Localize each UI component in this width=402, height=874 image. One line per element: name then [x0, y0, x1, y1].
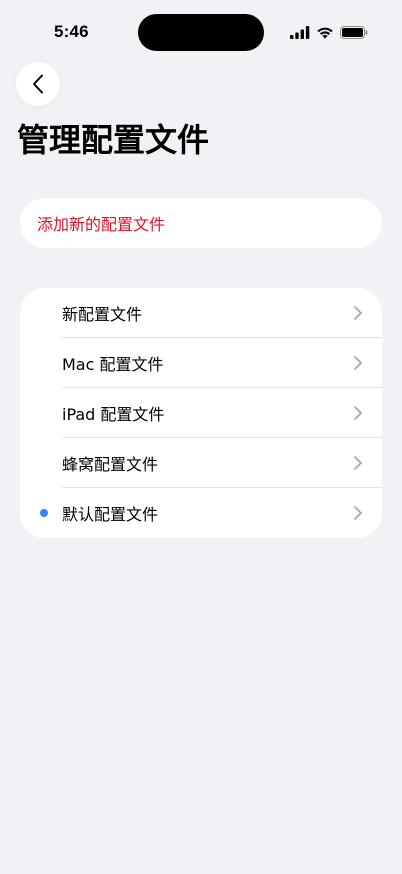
- dynamic-island: [138, 14, 264, 51]
- profile-item-label: 新配置文件: [62, 305, 143, 324]
- profile-item-label: 蜂窝配置文件: [62, 455, 159, 474]
- status-bar: 5:46: [0, 0, 402, 60]
- active-indicator-slot: [20, 388, 62, 438]
- chevron-right-icon: [354, 456, 362, 470]
- profile-item-default[interactable]: 默认配置文件: [20, 488, 382, 538]
- profile-item-mac[interactable]: Mac 配置文件: [20, 338, 382, 388]
- status-icons: [290, 24, 368, 40]
- profile-item-new[interactable]: 新配置文件: [20, 288, 382, 338]
- active-indicator-slot: [20, 288, 62, 338]
- profile-item-cellular[interactable]: 蜂窝配置文件: [20, 438, 382, 488]
- cellular-signal-icon: [290, 25, 310, 39]
- active-profile-dot: [40, 509, 48, 517]
- chevron-right-icon: [354, 506, 362, 520]
- active-indicator-slot: [20, 438, 62, 488]
- active-indicator-slot: [20, 488, 62, 538]
- profile-item-label: iPad 配置文件: [62, 405, 165, 424]
- page-title: 管理配置文件: [17, 121, 210, 159]
- profile-list: 新配置文件 Mac 配置文件 iPad 配置文件 蜂窝配置文件 默认配置文件: [20, 288, 382, 538]
- chevron-left-icon: [33, 74, 43, 94]
- add-new-profile-button[interactable]: 添加新的配置文件: [20, 198, 382, 248]
- chevron-right-icon: [354, 356, 362, 370]
- profile-item-label: Mac 配置文件: [62, 355, 164, 374]
- battery-icon: [340, 25, 368, 39]
- add-new-profile-label: 添加新的配置文件: [37, 215, 166, 234]
- chevron-right-icon: [354, 406, 362, 420]
- active-indicator-slot: [20, 338, 62, 388]
- profile-item-label: 默认配置文件: [62, 505, 159, 524]
- status-time: 5:46: [54, 22, 89, 41]
- wifi-icon: [317, 27, 333, 39]
- profile-item-ipad[interactable]: iPad 配置文件: [20, 388, 382, 438]
- back-button[interactable]: [16, 62, 60, 106]
- chevron-right-icon: [354, 306, 362, 320]
